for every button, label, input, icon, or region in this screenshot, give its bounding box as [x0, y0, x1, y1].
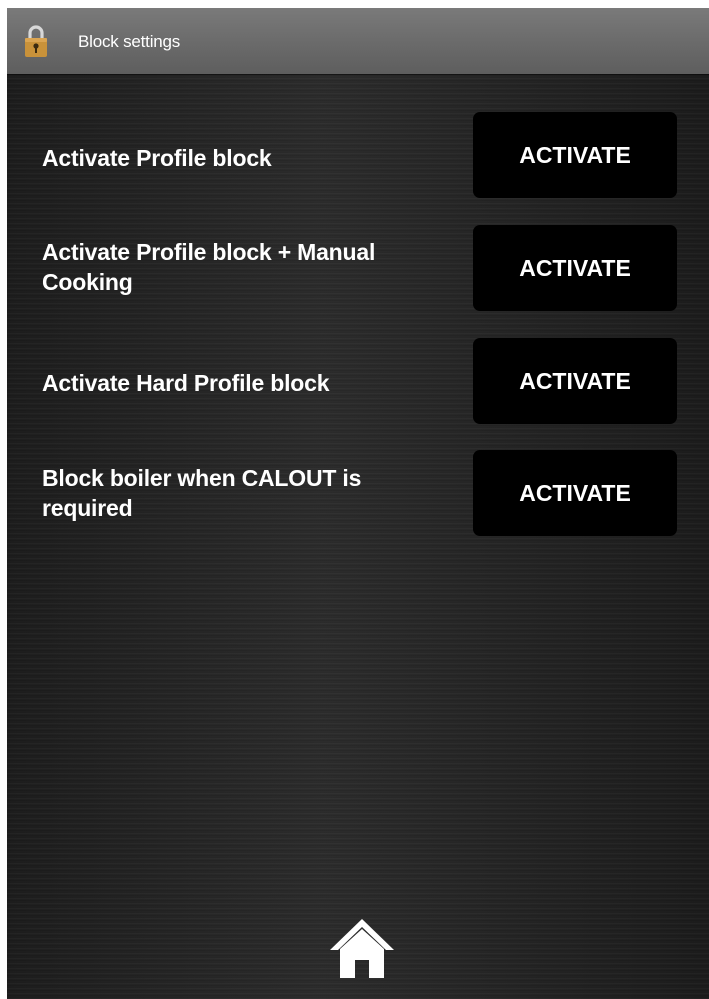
activate-profile-block-button[interactable]: ACTIVATE	[473, 112, 677, 198]
setting-label: Block boiler when CALOUT is required	[42, 465, 362, 521]
activate-profile-manual-cooking-button[interactable]: ACTIVATE	[473, 225, 677, 311]
setting-label: Activate Profile block	[42, 145, 272, 171]
lock-icon	[25, 25, 47, 57]
activate-block-boiler-button[interactable]: ACTIVATE	[473, 450, 677, 536]
activate-hard-profile-block-button[interactable]: ACTIVATE	[473, 338, 677, 424]
page-title: Block settings	[78, 32, 181, 51]
setting-label: Activate Profile block + Manual Cooking	[42, 239, 376, 295]
setting-label: Activate Hard Profile block	[42, 370, 330, 396]
home-icon[interactable]	[327, 916, 397, 978]
title-bar: Block settings	[7, 8, 709, 74]
screen: Block settings Activate Profile block AC…	[7, 8, 709, 999]
